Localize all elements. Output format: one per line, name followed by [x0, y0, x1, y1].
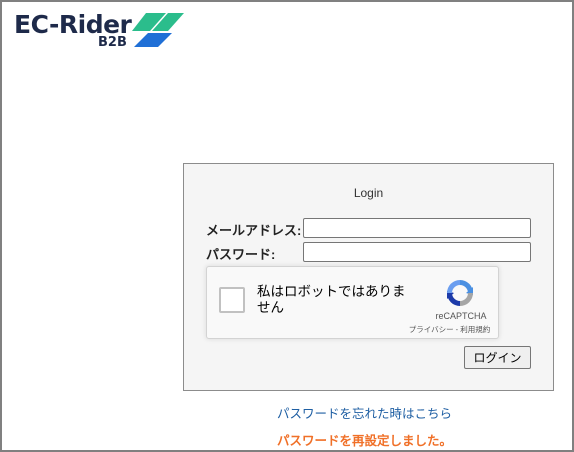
- recaptcha-brand: reCAPTCHA: [435, 311, 487, 321]
- email-field[interactable]: [303, 218, 531, 238]
- login-title: Login: [353, 186, 384, 200]
- page-frame: EC-Rider B2B Login メールアドレス: パスワード: 私はロボッ…: [0, 0, 574, 452]
- logo-subtitle: B2B: [98, 35, 127, 50]
- login-button[interactable]: ログイン: [464, 346, 531, 369]
- recaptcha-checkbox[interactable]: [219, 287, 245, 313]
- forgot-password-link[interactable]: パスワードを忘れた時はこちら: [2, 403, 572, 422]
- recaptcha-terms-link[interactable]: プライバシー - 利用規約: [397, 324, 502, 335]
- email-label: メールアドレス:: [206, 223, 302, 238]
- recaptcha-widget: 私はロボットではありません reCAPTCHA プライバシー - 利用規約: [206, 266, 499, 339]
- reset-success-message: パスワードを再設定しました。: [276, 434, 452, 448]
- logo-mark-icon: [132, 13, 184, 47]
- recaptcha-label: 私はロボットではありません: [257, 284, 406, 315]
- password-field[interactable]: [303, 242, 531, 262]
- brand-logo: EC-Rider B2B: [14, 8, 194, 54]
- recaptcha-logo-icon: [447, 280, 473, 306]
- password-label: パスワード:: [206, 247, 276, 262]
- login-panel: Login メールアドレス: パスワード: 私はロボットではありません reCA…: [183, 163, 554, 391]
